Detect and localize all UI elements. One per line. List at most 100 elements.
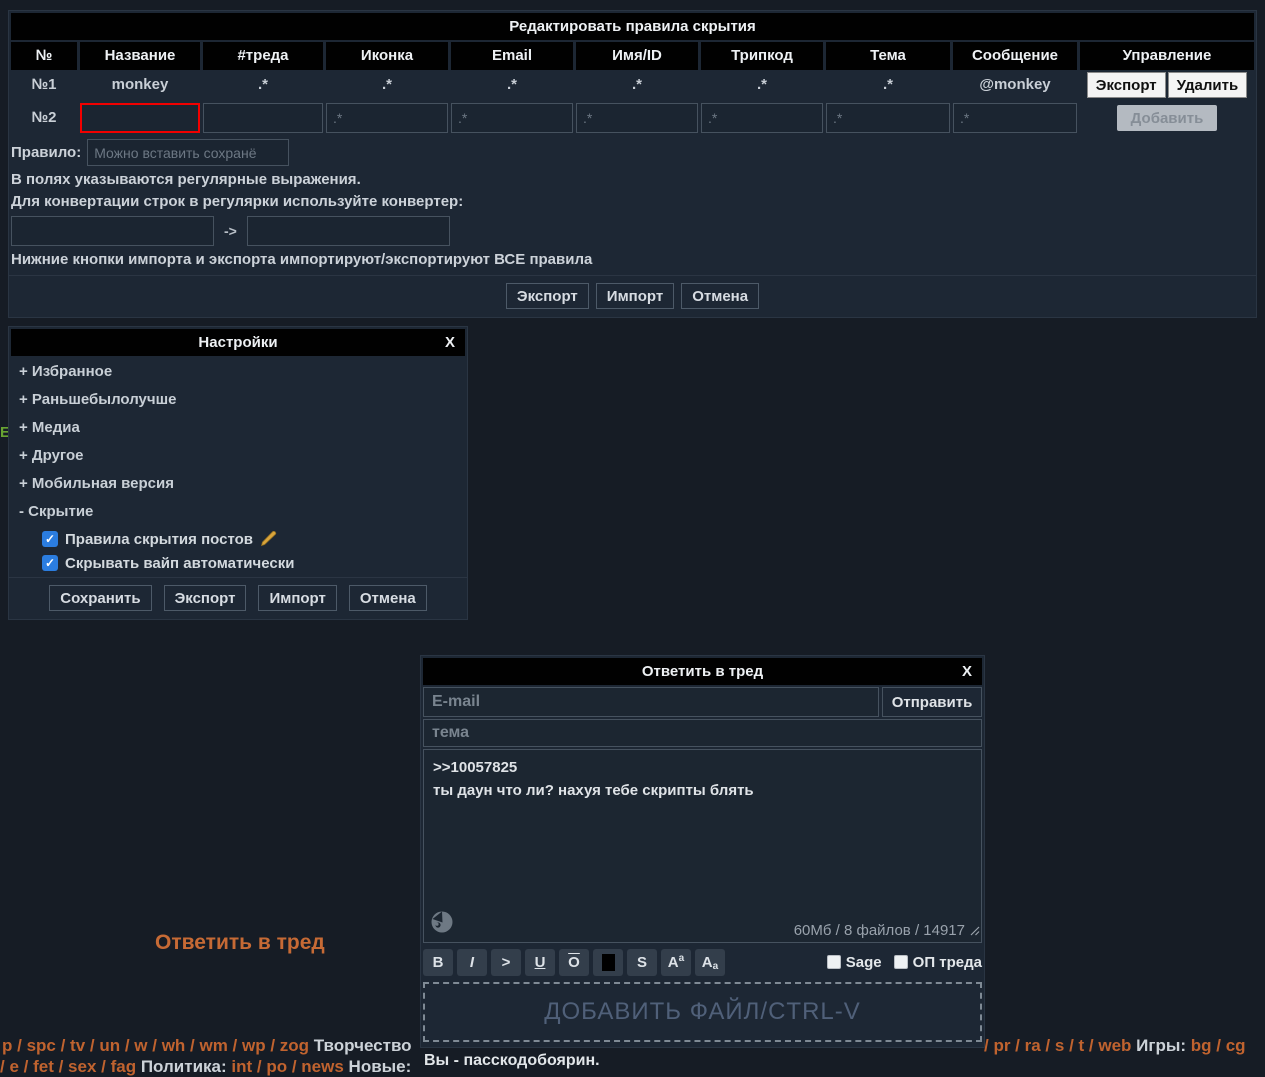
reply-title: Ответить в тред X — [423, 658, 982, 685]
board-link[interactable]: fag — [111, 1057, 137, 1076]
board-link[interactable]: int — [231, 1057, 252, 1076]
settings-save-button[interactable]: Сохранить — [49, 585, 152, 611]
new-rule-subject-input[interactable] — [826, 103, 950, 133]
settings-section-other[interactable]: + Другое — [9, 442, 467, 470]
settings-section-oldgood[interactable]: + Раньшебылолучше — [9, 386, 467, 414]
settings-import-button[interactable]: Импорт — [258, 585, 337, 611]
board-link[interactable]: p — [2, 1036, 12, 1055]
underline-button[interactable]: U — [525, 948, 555, 976]
email-field[interactable] — [423, 687, 879, 717]
settings-section-hiding[interactable]: - Скрытие — [9, 498, 467, 526]
settings-title: Настройки X — [11, 329, 465, 356]
col-header-icon: Иконка — [326, 42, 448, 70]
nav-separator: / — [252, 1057, 267, 1076]
col-header-subject: Тема — [826, 42, 950, 70]
rule1-delete-button[interactable]: Удалить — [1167, 72, 1248, 98]
converter-result-input[interactable] — [246, 216, 450, 246]
rule1-name-id: .* — [631, 76, 642, 93]
board-nav-left-line1: p / spc / tv / un / w / wh / wm / wp / z… — [2, 1036, 412, 1056]
nav-separator: / — [185, 1036, 200, 1055]
nav-separator: / — [265, 1036, 280, 1055]
import-export-info-text: Нижние кнопки импорта и экспорта импорти… — [11, 251, 593, 268]
add-rule-button[interactable]: Добавить — [1116, 105, 1218, 131]
settings-section-media[interactable]: + Медиа — [9, 414, 467, 442]
board-link[interactable]: w — [134, 1036, 147, 1055]
col-header-num: № — [11, 42, 77, 70]
subject-field[interactable] — [423, 719, 982, 747]
new-rule-name-input[interactable] — [80, 103, 200, 133]
saved-rule-input[interactable] — [87, 139, 290, 166]
board-link[interactable]: news — [301, 1057, 344, 1076]
board-link[interactable]: wm — [199, 1036, 227, 1055]
pencil-icon[interactable] — [260, 531, 279, 547]
overline-glyph: O — [568, 953, 580, 971]
hide-rules-checkbox[interactable]: ✓ — [42, 531, 58, 547]
board-link[interactable]: zog — [280, 1036, 309, 1055]
rules-import-button[interactable]: Импорт — [595, 283, 675, 309]
nav-separator: / — [12, 1036, 27, 1055]
board-link[interactable]: s — [1055, 1036, 1064, 1055]
board-link[interactable]: cg — [1226, 1036, 1246, 1055]
cloud-upload-icon[interactable] — [430, 910, 454, 939]
comment-box: >>10057825 ты даун что ли? нахуя тебе ск… — [423, 749, 982, 943]
board-link[interactable]: tv — [70, 1036, 85, 1055]
spoiler-button[interactable] — [593, 948, 623, 976]
settings-cancel-button[interactable]: Отмена — [348, 585, 427, 611]
board-link[interactable]: pr — [993, 1036, 1010, 1055]
sage-label: Sage — [845, 953, 882, 971]
resize-handle[interactable] — [970, 923, 980, 941]
nav-separator: / — [147, 1036, 162, 1055]
strike-button[interactable]: S — [627, 948, 657, 976]
subscript-button[interactable]: Aa — [695, 948, 725, 976]
rule1-name: monkey — [111, 76, 169, 93]
nav-separator: / — [287, 1057, 302, 1076]
board-link[interactable]: ra — [1025, 1036, 1041, 1055]
new-rule-comment-input[interactable] — [953, 103, 1077, 133]
new-rule-name-id-input[interactable] — [576, 103, 698, 133]
nav-label: Новые: — [343, 1057, 412, 1076]
settings-export-button[interactable]: Экспорт — [163, 585, 247, 611]
send-button[interactable]: Отправить — [882, 687, 982, 717]
rule1-export-button[interactable]: Экспорт — [1086, 72, 1166, 98]
board-link[interactable]: web — [1098, 1036, 1131, 1055]
spoiler-block-icon — [601, 953, 615, 971]
settings-close-icon[interactable]: X — [445, 329, 455, 356]
settings-section-mobile[interactable]: + Мобильная версия — [9, 470, 467, 498]
rule1-subject: .* — [882, 76, 893, 93]
new-rule-email-input[interactable] — [451, 103, 573, 133]
rule1-comment: @monkey — [979, 76, 1051, 93]
board-link[interactable]: un — [99, 1036, 120, 1055]
reply-to-thread-link[interactable]: Ответить в тред — [155, 931, 325, 955]
hide-wipe-checkbox[interactable]: ✓ — [42, 555, 58, 571]
sage-checkbox[interactable] — [826, 955, 841, 969]
new-rule-tripcode-input[interactable] — [701, 103, 823, 133]
italic-button[interactable]: I — [457, 948, 487, 976]
file-drop-zone[interactable]: ДОБАВИТЬ ФАЙЛ/CTRL-V — [423, 982, 982, 1042]
board-link[interactable]: sex — [68, 1057, 96, 1076]
new-rule-thread-input[interactable] — [203, 103, 323, 133]
op-checkbox[interactable] — [893, 955, 908, 969]
sup-glyph: A — [667, 953, 679, 971]
italic-glyph: I — [469, 953, 475, 971]
board-link[interactable]: po — [266, 1057, 287, 1076]
board-link[interactable]: e — [9, 1057, 18, 1076]
hide-rules-checkbox-label: Правила скрытия постов — [65, 530, 253, 548]
bold-button[interactable]: B — [423, 948, 453, 976]
settings-section-favorites[interactable]: + Избранное — [9, 358, 467, 386]
upload-limits-text: 60Мб / 8 файлов / 14917 — [793, 922, 965, 939]
overline-button[interactable]: O — [559, 948, 589, 976]
superscript-button[interactable]: Aa — [661, 948, 691, 976]
board-link[interactable]: bg — [1191, 1036, 1212, 1055]
quote-button[interactable]: > — [491, 948, 521, 976]
rules-cancel-button[interactable]: Отмена — [681, 283, 760, 309]
board-link[interactable]: fet — [33, 1057, 54, 1076]
board-link[interactable]: wp — [242, 1036, 266, 1055]
board-link[interactable]: wh — [162, 1036, 186, 1055]
rules-export-button[interactable]: Экспорт — [505, 283, 589, 309]
rule1-thread: .* — [257, 76, 268, 93]
board-link[interactable]: spc — [27, 1036, 56, 1055]
comment-textarea[interactable]: >>10057825 ты даун что ли? нахуя тебе ск… — [424, 750, 981, 902]
converter-source-input[interactable] — [11, 216, 214, 246]
new-rule-icon-input[interactable] — [326, 103, 448, 133]
reply-close-icon[interactable]: X — [962, 658, 972, 685]
